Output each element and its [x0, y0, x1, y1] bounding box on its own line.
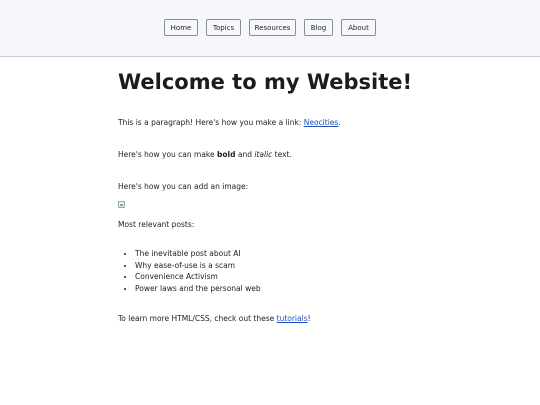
tutorials-link[interactable]: tutorials: [277, 314, 308, 323]
page-title: Welcome to my Website!: [118, 70, 413, 94]
bold-text: bold: [217, 150, 236, 159]
image-paragraph: Here's how you can add an image:: [118, 182, 249, 191]
formatting-text-middle: and: [235, 150, 255, 159]
formatting-text-start: Here's how you can make: [118, 150, 217, 159]
site-header: Home Topics Resources Blog About: [0, 0, 540, 57]
nav-topics-button[interactable]: Topics: [206, 19, 241, 36]
paragraph-text: This is a paragraph! Here's how you make…: [118, 118, 304, 127]
list-item: Power laws and the personal web: [135, 283, 261, 295]
top-nav: Home Topics Resources Blog About: [0, 19, 540, 37]
posts-list: The inevitable post about AI Why ease-of…: [118, 248, 261, 295]
list-item: The inevitable post about AI: [135, 248, 261, 260]
broken-image-icon: [118, 201, 125, 208]
nav-blog-button[interactable]: Blog: [304, 19, 333, 36]
link-paragraph: This is a paragraph! Here's how you make…: [118, 118, 341, 127]
nav-home-button[interactable]: Home: [164, 19, 198, 36]
tutorials-exclamation: !: [307, 314, 311, 323]
nav-resources-button[interactable]: Resources: [249, 19, 296, 36]
nav-about-button[interactable]: About: [341, 19, 376, 36]
formatting-text-end: text.: [272, 150, 292, 159]
list-item: Why ease-of-use is a scam: [135, 260, 261, 272]
tutorials-paragraph: To learn more HTML/CSS, check out these …: [118, 314, 311, 323]
posts-heading: Most relevant posts:: [118, 220, 195, 229]
formatting-paragraph: Here's how you can make bold and italic …: [118, 150, 292, 159]
neocities-link[interactable]: Neocities: [304, 118, 339, 127]
italic-text: italic: [254, 150, 273, 159]
paragraph-period: .: [338, 118, 341, 127]
tutorials-text: To learn more HTML/CSS, check out these: [118, 314, 277, 323]
list-item: Convenience Activism: [135, 271, 261, 283]
